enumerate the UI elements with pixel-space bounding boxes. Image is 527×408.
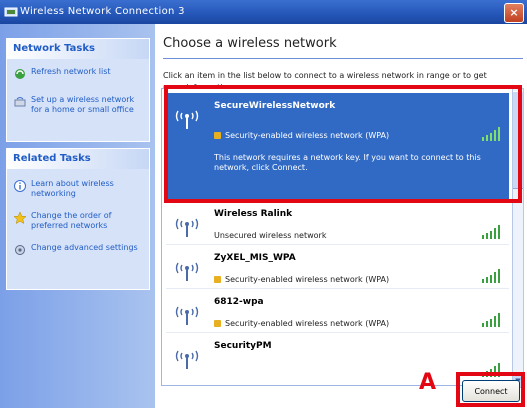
refresh-network-list-label: Refresh network list xyxy=(31,67,111,76)
setup-network-icon xyxy=(14,97,26,107)
network-security-label: Security-enabled wireless network (WPA) xyxy=(225,275,390,284)
row-divider xyxy=(166,288,509,289)
network-name: Wireless Ralink xyxy=(214,209,293,219)
star-icon xyxy=(13,211,27,225)
info-icon xyxy=(14,180,26,192)
network-security-label: Unsecured wireless network xyxy=(214,231,327,240)
network-item-6812-wpa[interactable]: 6812-wpa Security-enabled wireless netwo… xyxy=(166,293,509,333)
network-security: Security-enabled wireless network (WPA) xyxy=(214,319,389,328)
heading-divider xyxy=(163,58,523,59)
wireless-antenna-icon xyxy=(175,218,199,237)
network-security-label: Security-enabled wireless network (WPA) xyxy=(225,319,390,328)
settings-icon xyxy=(15,245,25,255)
wireless-antenna-icon xyxy=(175,350,199,369)
network-name: SecurityPM xyxy=(214,341,272,351)
highlight-selected-network xyxy=(164,85,522,203)
change-advanced-settings-label: Change advanced settings xyxy=(31,243,138,252)
network-item-wireless-ralink[interactable]: Wireless Ralink Unsecured wireless netwo… xyxy=(166,205,509,245)
network-tasks-panel: Network Tasks Refresh network list Set u… xyxy=(6,38,150,142)
close-button[interactable]: × xyxy=(504,3,524,23)
signal-strength-icon xyxy=(482,269,500,283)
signal-strength-icon xyxy=(482,225,500,239)
lock-icon xyxy=(214,276,221,283)
title-bar: Wireless Network Connection 3 × xyxy=(0,0,527,24)
setup-wireless-network-label: Set up a wireless network for a home or … xyxy=(31,95,135,114)
row-divider xyxy=(166,332,509,333)
row-divider xyxy=(166,244,509,245)
network-security: Security-enabled wireless network (WPA) xyxy=(214,275,389,284)
refresh-icon xyxy=(15,69,25,79)
wireless-antenna-icon xyxy=(175,262,199,281)
wireless-network-window: Wireless Network Connection 3 × Network … xyxy=(0,0,527,408)
related-tasks-panel: Related Tasks Learn about wireless netwo… xyxy=(6,148,150,290)
lock-icon xyxy=(214,320,221,327)
wireless-antenna-icon xyxy=(175,306,199,325)
change-network-order-label: Change the order of preferred networks xyxy=(31,211,112,230)
page-title: Choose a wireless network xyxy=(163,36,337,51)
highlight-connect-button xyxy=(456,372,525,407)
annotation-label: A xyxy=(419,370,437,395)
signal-strength-icon xyxy=(482,313,500,327)
network-name: ZyXEL_MIS_WPA xyxy=(214,253,296,263)
close-icon: × xyxy=(509,6,519,19)
network-item-zyxel-mis-wpa[interactable]: ZyXEL_MIS_WPA Security-enabled wireless … xyxy=(166,249,509,289)
main-panel: Choose a wireless network Click an item … xyxy=(155,24,527,408)
network-connection-icon xyxy=(4,7,18,17)
task-pane: Network Tasks Refresh network list Set u… xyxy=(0,24,155,408)
window-title: Wireless Network Connection 3 xyxy=(20,6,185,17)
network-name: 6812-wpa xyxy=(214,297,264,307)
learn-about-wireless-label: Learn about wireless networking xyxy=(31,179,114,198)
network-tasks-header: Network Tasks xyxy=(7,39,149,59)
related-tasks-header: Related Tasks xyxy=(7,149,149,169)
